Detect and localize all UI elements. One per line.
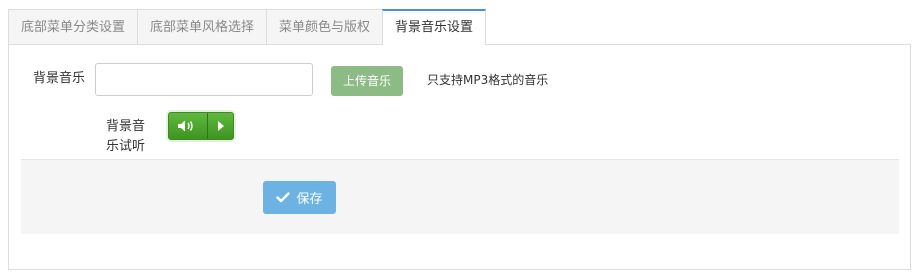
bg-music-input[interactable]	[95, 63, 313, 96]
volume-icon	[178, 120, 193, 132]
tab-background-music[interactable]: 背景音乐设置	[382, 9, 487, 45]
save-button-label: 保存	[296, 192, 323, 207]
play-button[interactable]	[208, 113, 233, 139]
music-preview-player	[168, 112, 234, 140]
format-hint: 只支持MP3格式的音乐	[427, 73, 549, 87]
settings-panel: 背景音乐 上传音乐 只支持MP3格式的音乐 背景音乐试听 保存	[8, 44, 911, 270]
check-icon	[276, 192, 291, 203]
upload-music-button[interactable]: 上传音乐	[331, 66, 403, 96]
volume-button[interactable]	[169, 113, 208, 139]
preview-label: 背景音乐试听	[106, 119, 146, 154]
tab-bar: 底部菜单分类设置 底部菜单风格选择 菜单颜色与版权 背景音乐设置	[8, 9, 487, 45]
play-icon	[217, 121, 224, 131]
bg-music-label: 背景音乐	[33, 71, 86, 86]
tab-bottom-menu-category[interactable]: 底部菜单分类设置	[8, 9, 139, 44]
tab-menu-color-copyright[interactable]: 菜单颜色与版权	[266, 9, 384, 44]
form-footer: 保存	[21, 159, 899, 234]
tab-bottom-menu-style[interactable]: 底部菜单风格选择	[137, 9, 268, 44]
save-button[interactable]: 保存	[263, 181, 336, 214]
